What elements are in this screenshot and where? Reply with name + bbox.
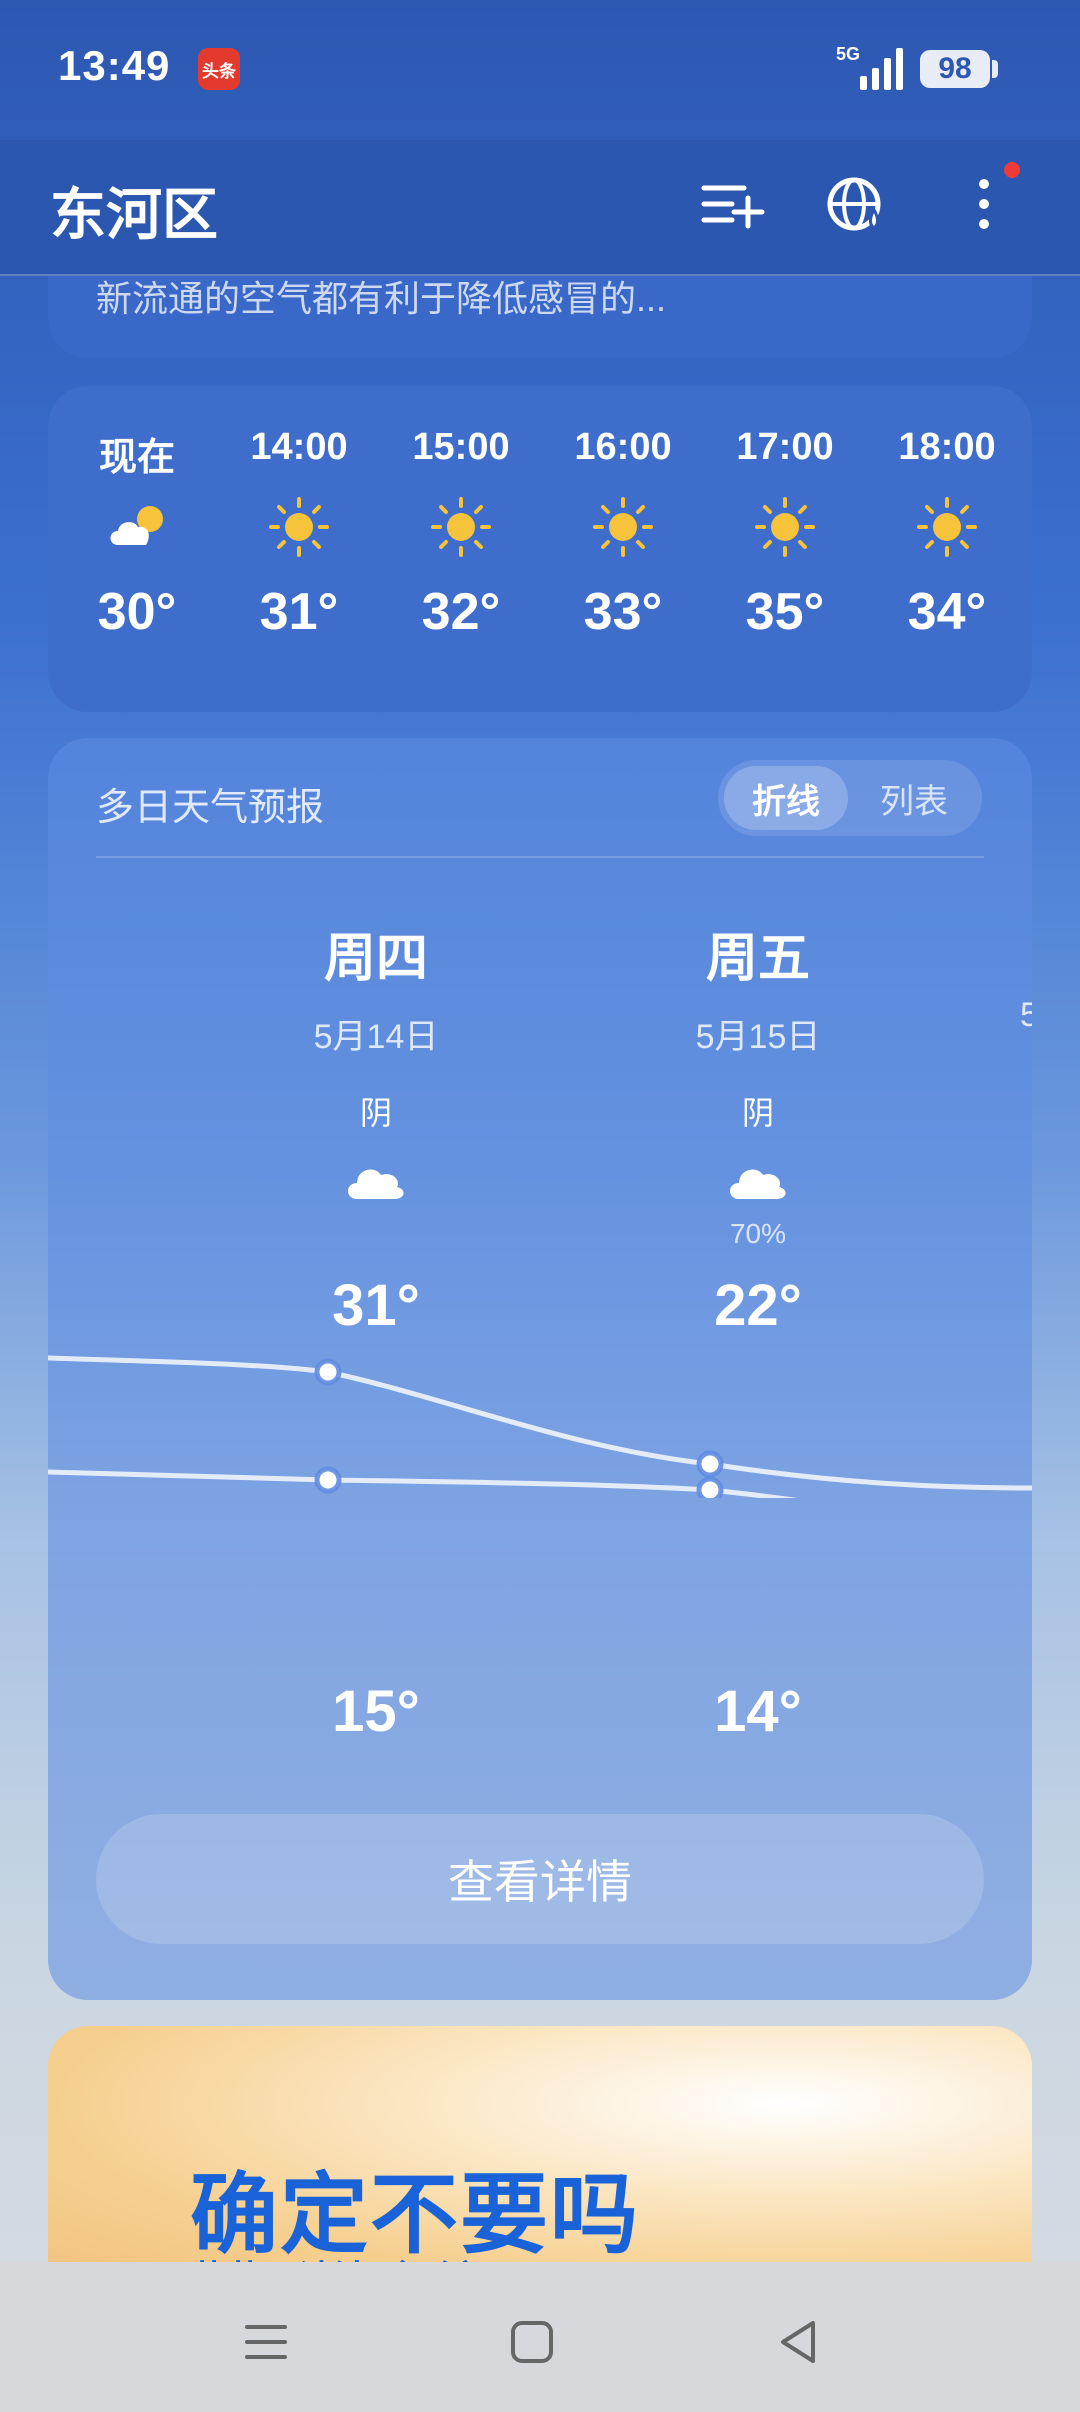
sun-icon xyxy=(386,492,536,562)
day-date: 5月15日 xyxy=(695,1018,821,1056)
hour-item: 15:00 32° xyxy=(386,426,536,642)
day-condition: 阴 xyxy=(741,1095,774,1131)
low-temp: 15° xyxy=(332,1679,420,1744)
partly-cloudy-icon xyxy=(62,492,212,562)
hour-temp: 31° xyxy=(259,583,339,641)
hour-time: 现在 xyxy=(98,437,175,479)
hour-item: 17:00 35° xyxy=(710,426,860,642)
system-navigation-bar xyxy=(0,2262,1080,2412)
sun-icon xyxy=(710,492,860,562)
multi-day-forecast-card: 多日天气预报 折线 列表 周四 5月14日 阴 31° 周五 5月15日 阴 7… xyxy=(48,738,1032,2000)
top-app-bar: 东河区 xyxy=(0,140,1080,276)
status-bar: 13:49 头条 5G 98 xyxy=(0,0,1080,140)
location-title[interactable]: 东河区 xyxy=(50,170,218,251)
toutiao-app-icon: 头条 xyxy=(198,48,240,90)
hour-time: 16:00 xyxy=(574,426,672,468)
globe-icon[interactable] xyxy=(822,170,892,240)
home-icon[interactable] xyxy=(492,2302,572,2382)
network-label: 5G xyxy=(836,44,860,64)
day-name: 周四 xyxy=(323,930,428,988)
cloud-icon xyxy=(638,1144,878,1214)
hour-time: 18:00 xyxy=(898,426,996,468)
divider xyxy=(96,856,984,858)
back-icon[interactable] xyxy=(758,2302,838,2382)
health-tip-text: 新流通的空气都有利于降低感冒的... xyxy=(96,278,667,319)
hour-item: 14:00 31° xyxy=(224,426,374,642)
battery-indicator: 98 xyxy=(920,50,990,88)
day-date: 5月14日 xyxy=(313,1018,439,1056)
signal-5g-icon: 5G xyxy=(836,44,903,90)
hour-time: 15:00 xyxy=(412,426,510,468)
hour-time: 17:00 xyxy=(736,426,834,468)
day-condition: 阴 xyxy=(359,1095,392,1131)
cloud-icon xyxy=(256,1144,496,1214)
high-point-thursday xyxy=(314,1358,342,1386)
battery-tip xyxy=(992,60,998,78)
next-day-date-peek: 5 xyxy=(1020,996,1032,1034)
add-city-icon[interactable] xyxy=(696,170,766,240)
view-toggle: 折线 列表 xyxy=(718,760,982,836)
notification-dot xyxy=(1004,162,1020,178)
low-point-thursday xyxy=(314,1466,342,1494)
high-point-friday xyxy=(696,1450,724,1478)
sun-icon xyxy=(224,492,374,562)
day-column-friday[interactable]: 周五 5月15日 阴 70% 22° xyxy=(638,916,878,1339)
sun-icon xyxy=(548,492,698,562)
hour-temp: 30° xyxy=(97,583,177,641)
toggle-line-view[interactable]: 折线 xyxy=(724,766,848,830)
hour-time: 14:00 xyxy=(250,426,348,468)
ad-banner[interactable]: 确定不要吗 获获不请法（1个） xyxy=(48,2026,1032,2286)
high-temp-line xyxy=(48,1355,1032,1491)
temperature-trend-chart xyxy=(48,1355,1032,1498)
sun-icon xyxy=(872,492,1022,562)
hour-item: 18:00 34° xyxy=(872,426,1022,642)
precipitation-chance xyxy=(256,1218,496,1254)
day-column-thursday[interactable]: 周四 5月14日 阴 31° xyxy=(256,916,496,1339)
recent-apps-icon[interactable] xyxy=(226,2302,306,2382)
toggle-list-view[interactable]: 列表 xyxy=(852,766,976,830)
hour-temp: 33° xyxy=(583,583,663,641)
low-temp: 14° xyxy=(714,1679,802,1744)
low-point-friday xyxy=(696,1476,724,1498)
forecast-title: 多日天气预报 xyxy=(96,787,325,829)
day-name: 周五 xyxy=(705,930,810,988)
hourly-forecast-card[interactable]: 现在 30° 14:00 31° 15:00 32° 16:00 33° 17:… xyxy=(48,386,1032,712)
hour-temp: 34° xyxy=(907,583,987,641)
view-details-button[interactable]: 查看详情 xyxy=(96,1814,984,1944)
hour-item-now: 现在 30° xyxy=(62,426,212,642)
hour-item: 16:00 33° xyxy=(548,426,698,642)
hour-temp: 35° xyxy=(745,583,825,641)
precipitation-chance: 70% xyxy=(729,1218,787,1249)
more-menu-icon[interactable] xyxy=(950,170,1020,240)
hour-temp: 32° xyxy=(421,583,501,641)
clock: 13:49 xyxy=(58,42,171,89)
